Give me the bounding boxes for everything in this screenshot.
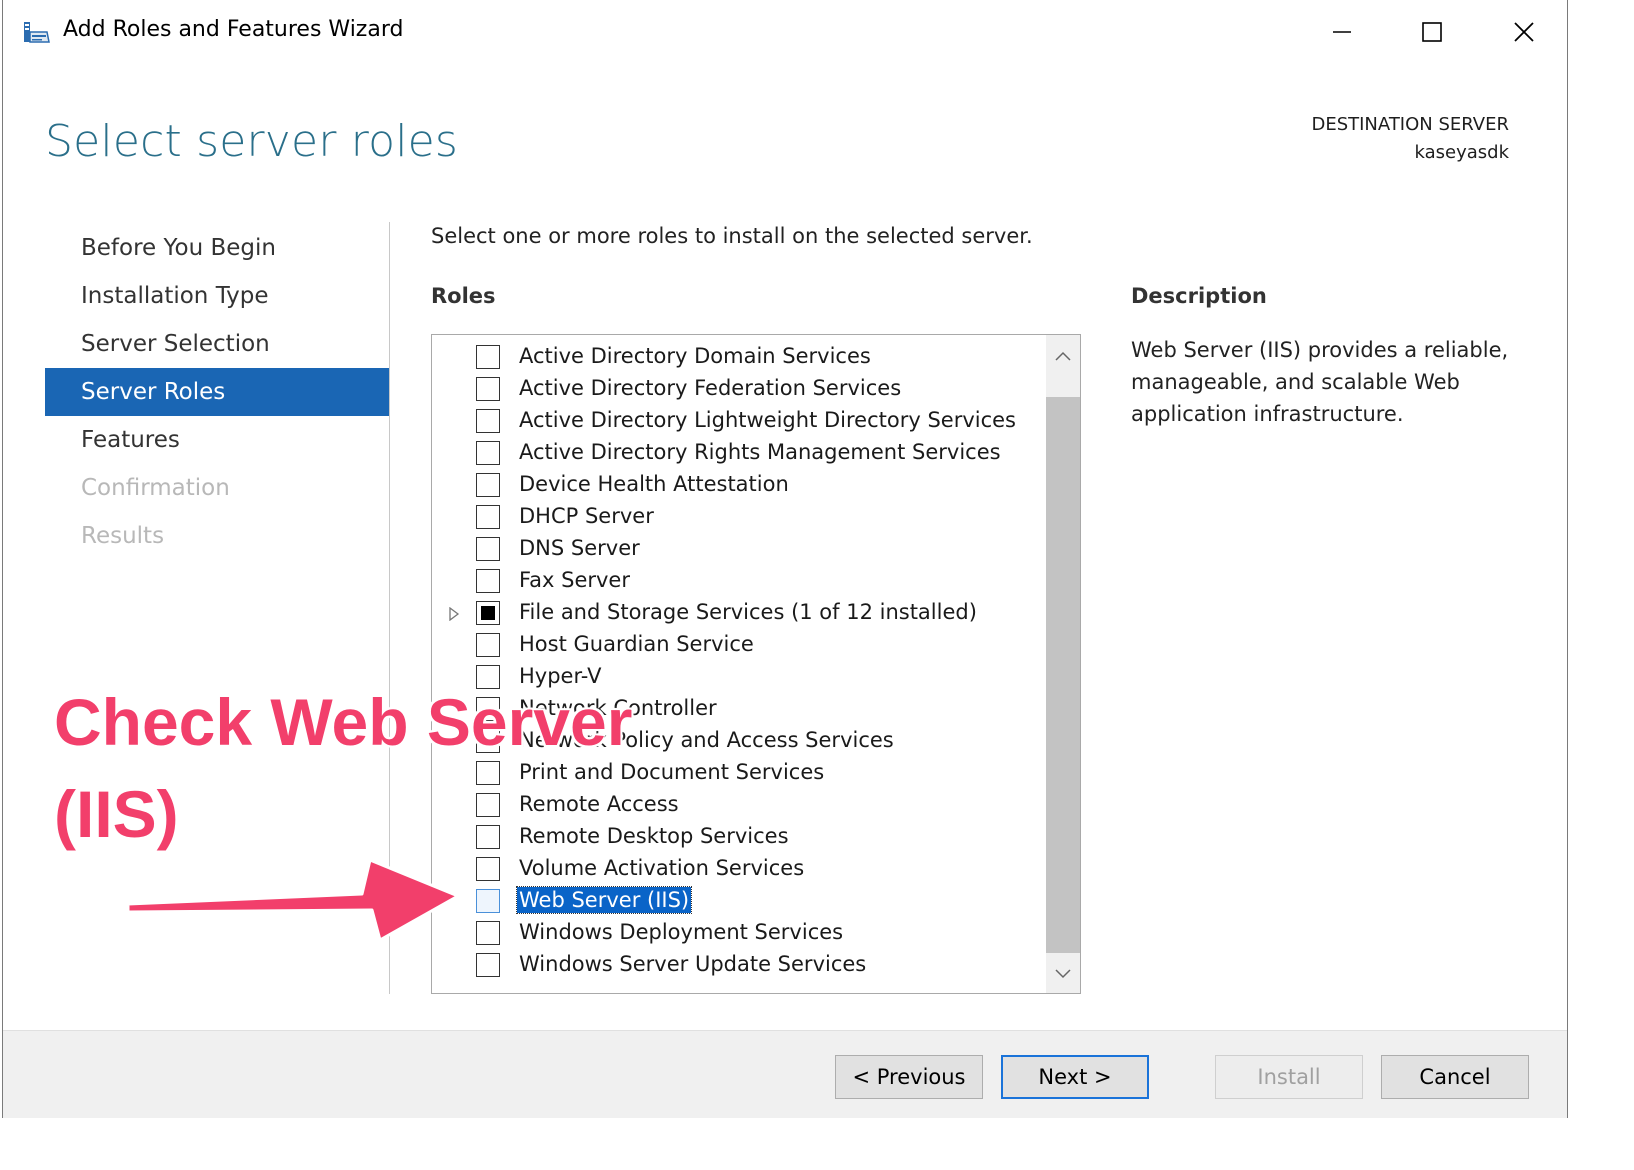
role-label[interactable]: DHCP Server bbox=[517, 503, 656, 529]
cancel-button[interactable]: Cancel bbox=[1381, 1055, 1529, 1099]
role-label[interactable]: File and Storage Services (1 of 12 insta… bbox=[517, 599, 979, 625]
roles-list-box[interactable]: Active Directory Domain Services Active … bbox=[431, 334, 1081, 994]
nav-item-confirmation: Confirmation bbox=[81, 475, 230, 501]
role-label[interactable]: Active Directory Lightweight Directory S… bbox=[517, 407, 1018, 433]
scroll-up-icon[interactable] bbox=[1046, 339, 1080, 373]
wizard-nav: Before You Begin Installation Type Serve… bbox=[45, 224, 389, 560]
role-checkbox[interactable] bbox=[476, 569, 500, 593]
role-row[interactable]: Active Directory Rights Management Servi… bbox=[432, 437, 1044, 469]
description-heading: Description bbox=[1131, 284, 1267, 308]
role-label[interactable]: DNS Server bbox=[517, 535, 642, 561]
role-row[interactable]: Fax Server bbox=[432, 565, 1044, 597]
nav-item-before-you-begin[interactable]: Before You Begin bbox=[45, 224, 389, 272]
role-checkbox[interactable] bbox=[476, 633, 500, 657]
role-label[interactable]: Windows Server Update Services bbox=[517, 951, 868, 977]
server-manager-icon bbox=[21, 18, 51, 48]
roles-heading: Roles bbox=[431, 284, 496, 308]
role-checkbox[interactable] bbox=[476, 921, 500, 945]
role-label[interactable]: Active Directory Rights Management Servi… bbox=[517, 439, 1003, 465]
minimize-icon[interactable] bbox=[1319, 10, 1365, 54]
scroll-thumb[interactable] bbox=[1046, 397, 1080, 953]
role-label[interactable]: Fax Server bbox=[517, 567, 632, 593]
instructions-text: Select one or more roles to install on t… bbox=[431, 224, 1033, 248]
role-checkbox[interactable] bbox=[476, 601, 500, 625]
expand-arrow-icon[interactable] bbox=[448, 606, 460, 622]
role-checkbox[interactable] bbox=[476, 409, 500, 433]
role-row-web-server[interactable]: Web Server (IIS) bbox=[432, 885, 1044, 917]
destination-server-value: kaseyasdk bbox=[1414, 142, 1510, 163]
annotation-callout: Check Web Server (IIS) bbox=[54, 676, 632, 860]
role-row[interactable]: Active Directory Domain Services bbox=[432, 341, 1044, 373]
roles-tree: Active Directory Domain Services Active … bbox=[432, 341, 1044, 981]
annotation-line-2: (IIS) bbox=[54, 777, 179, 851]
wizard-footer: < Previous Next > Install Cancel bbox=[3, 1030, 1567, 1118]
nav-item-server-roles[interactable]: Server Roles bbox=[45, 368, 389, 416]
roles-scrollbar[interactable] bbox=[1046, 335, 1080, 993]
nav-item-features[interactable]: Features bbox=[45, 416, 389, 464]
role-row[interactable]: Active Directory Federation Services bbox=[432, 373, 1044, 405]
annotation-line-1: Check Web Server bbox=[54, 685, 633, 759]
title-bar[interactable]: Add Roles and Features Wizard bbox=[3, 0, 1567, 64]
role-checkbox[interactable] bbox=[476, 345, 500, 369]
role-row[interactable]: DNS Server bbox=[432, 533, 1044, 565]
close-icon[interactable] bbox=[1501, 10, 1547, 54]
role-row[interactable]: Windows Deployment Services bbox=[432, 917, 1044, 949]
role-label[interactable]: Windows Deployment Services bbox=[517, 919, 845, 945]
role-row[interactable]: File and Storage Services (1 of 12 insta… bbox=[432, 597, 1044, 629]
role-checkbox[interactable] bbox=[476, 377, 500, 401]
previous-button[interactable]: < Previous bbox=[835, 1055, 983, 1099]
maximize-icon[interactable] bbox=[1409, 10, 1455, 54]
scroll-down-icon[interactable] bbox=[1046, 957, 1080, 991]
role-checkbox[interactable] bbox=[476, 537, 500, 561]
role-checkbox[interactable] bbox=[476, 953, 500, 977]
role-label-web-server[interactable]: Web Server (IIS) bbox=[515, 886, 693, 914]
role-row[interactable]: Device Health Attestation bbox=[432, 469, 1044, 501]
role-row[interactable]: Host Guardian Service bbox=[432, 629, 1044, 661]
role-checkbox[interactable] bbox=[476, 473, 500, 497]
role-row[interactable]: DHCP Server bbox=[432, 501, 1044, 533]
page-title: Select server roles bbox=[45, 116, 459, 167]
role-label[interactable]: Active Directory Federation Services bbox=[517, 375, 903, 401]
role-checkbox[interactable] bbox=[476, 857, 500, 881]
next-button[interactable]: Next > bbox=[1001, 1055, 1149, 1099]
role-checkbox[interactable] bbox=[476, 441, 500, 465]
role-label[interactable]: Host Guardian Service bbox=[517, 631, 756, 657]
role-row[interactable]: Active Directory Lightweight Directory S… bbox=[432, 405, 1044, 437]
destination-server-label: DESTINATION SERVER bbox=[1311, 114, 1509, 135]
role-label[interactable]: Device Health Attestation bbox=[517, 471, 791, 497]
description-text: Web Server (IIS) provides a reliable, ma… bbox=[1131, 338, 1509, 426]
role-label[interactable]: Active Directory Domain Services bbox=[517, 343, 873, 369]
web-server-checkbox[interactable] bbox=[476, 889, 500, 913]
role-row[interactable]: Windows Server Update Services bbox=[432, 949, 1044, 981]
role-checkbox[interactable] bbox=[476, 505, 500, 529]
nav-item-installation-type[interactable]: Installation Type bbox=[45, 272, 389, 320]
window-title: Add Roles and Features Wizard bbox=[63, 17, 404, 42]
nav-item-results: Results bbox=[81, 523, 165, 549]
annotation-arrow-icon bbox=[126, 858, 460, 942]
install-button: Install bbox=[1215, 1055, 1363, 1099]
nav-item-server-selection[interactable]: Server Selection bbox=[45, 320, 389, 368]
